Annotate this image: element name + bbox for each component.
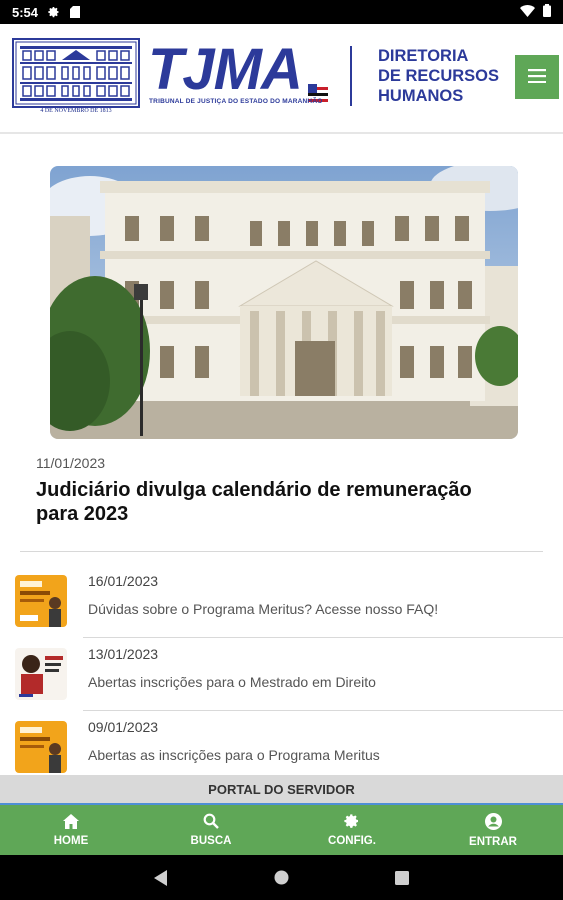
gear-icon [48, 6, 60, 18]
wifi-icon [520, 4, 535, 20]
account-icon [484, 812, 502, 836]
news-thumbnail [15, 721, 67, 773]
search-icon [203, 813, 219, 835]
news-title: Abertas as inscrições para o Programa Me… [88, 747, 380, 763]
app-header: 4 DE NOVEMBRO DE 1813 TJMA TRIBUNAL DE J… [0, 24, 563, 134]
section-title-line: DE RECURSOS [378, 67, 500, 85]
nav-home[interactable]: HOME [26, 807, 116, 853]
maranhao-flag-icon [308, 84, 328, 109]
news-date: 16/01/2023 [88, 573, 159, 589]
portal-do-servidor-bar[interactable]: PORTAL DO SERVIDOR [0, 775, 563, 803]
menu-button[interactable] [515, 55, 559, 99]
tjma-logo-text: TJMA [148, 37, 303, 102]
section-title-line: DIRETORIA [378, 47, 469, 65]
nav-label: CONFIG. [328, 835, 376, 847]
news-title: Dúvidas sobre o Programa Meritus? Acesse… [88, 601, 439, 617]
news-list-item[interactable]: 16/01/2023 Dúvidas sobre o Programa Meri… [0, 565, 563, 638]
nav-config[interactable]: CONFIG. [307, 807, 397, 853]
status-time: 5:54 [12, 4, 39, 20]
tj-building-logo-icon [12, 38, 140, 113]
header-divider [350, 46, 352, 106]
news-thumbnail [15, 575, 67, 627]
hamburger-menu-icon [528, 68, 546, 86]
news-thumbnail [15, 648, 67, 700]
featured-news-date: 11/01/2023 [36, 455, 106, 471]
logo-date: 4 DE NOVEMBRO DE 1813 [40, 108, 112, 114]
battery-icon [543, 4, 551, 20]
news-list-item[interactable]: 09/01/2023 Abertas as inscrições para o … [0, 711, 563, 775]
news-date: 09/01/2023 [88, 719, 159, 735]
featured-news-image[interactable] [50, 166, 518, 439]
news-list-item[interactable]: 13/01/2023 Abertas inscrições para o Mes… [0, 638, 563, 711]
home-circle-icon[interactable] [274, 870, 289, 890]
tjma-logo-subtitle: TRIBUNAL DE JUSTIÇA DO ESTADO DO MARANHÃ… [149, 98, 323, 105]
section-title: DIRETORIA DE RECURSOS HUMANOS [378, 46, 499, 106]
section-title-line: HUMANOS [378, 87, 464, 105]
news-date: 13/01/2023 [88, 646, 159, 662]
nav-label: HOME [53, 834, 89, 847]
section-divider [20, 551, 543, 552]
news-list: 16/01/2023 Dúvidas sobre o Programa Meri… [0, 565, 563, 775]
nav-label: ENTRAR [469, 835, 517, 848]
news-title: Abertas inscrições para o Mestrado em Di… [88, 674, 376, 690]
gear-icon [344, 813, 360, 835]
sd-card-icon [70, 6, 81, 18]
featured-news-title[interactable]: Judiciário divulga calendário de remuner… [36, 478, 516, 526]
nav-busca[interactable]: BUSCA [166, 807, 256, 853]
back-icon[interactable] [154, 870, 168, 891]
bottom-navigation: HOME BUSCA CONFIG. ENTRAR [0, 803, 563, 855]
system-navigation-bar [0, 855, 563, 900]
nav-label: BUSCA [190, 835, 232, 847]
recents-icon[interactable] [395, 871, 409, 890]
nav-entrar[interactable]: ENTRAR [448, 807, 538, 853]
status-bar: 5:54 [0, 0, 563, 24]
home-icon [63, 813, 79, 835]
